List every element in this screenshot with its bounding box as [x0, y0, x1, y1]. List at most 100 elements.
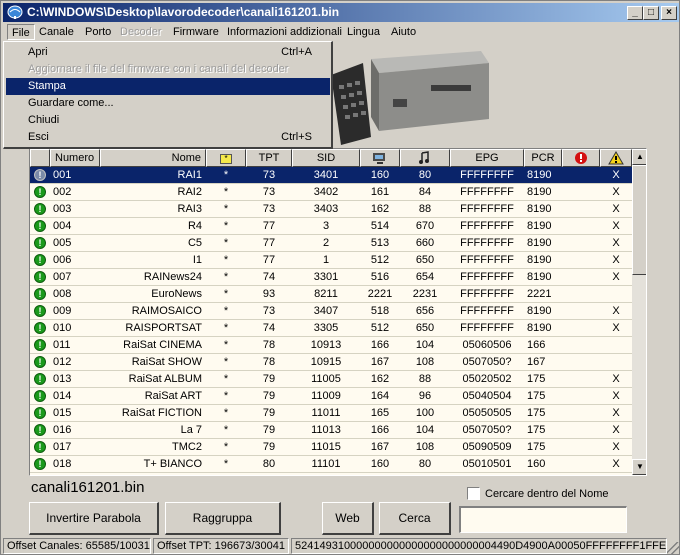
header-warning[interactable]	[600, 149, 632, 167]
table-row[interactable]: ! 006 I1 * 77 1 512 650 FFFFFFFF 8190 X	[30, 252, 632, 269]
cell-nome: RAINews24	[143, 271, 202, 283]
header-audio[interactable]	[400, 149, 450, 167]
table-row[interactable]: ! 014 RaiSat ART * 79 11009 164 96 05040504 175 X	[30, 388, 632, 405]
invert-dish-button[interactable]: Invertire Parabola	[29, 502, 159, 535]
header-epg[interactable]: EPG	[450, 149, 524, 167]
header-nome[interactable]: Nome	[100, 149, 206, 167]
table-row[interactable]: ! 017 TMC2 * 79 11015 167 108 05090509 175 X	[30, 439, 632, 456]
cell-tpt: 77	[262, 220, 276, 232]
search-button[interactable]: Cerca	[379, 502, 451, 535]
cell-nome: RAISPORTSAT	[125, 322, 202, 334]
search-in-name-checkbox[interactable]	[467, 487, 480, 500]
maximize-button[interactable]: □	[643, 6, 659, 20]
file-menu-apri[interactable]: Apri Ctrl+A	[6, 44, 330, 61]
cell-sid: 3402	[313, 186, 339, 198]
cell-star: *	[223, 220, 229, 232]
header-numero[interactable]: Numero	[50, 149, 100, 167]
cell-audio: 108	[415, 441, 435, 453]
header-sid[interactable]: SID	[292, 149, 360, 167]
table-row[interactable]: ! 003 RAI3 * 73 3403 162 88 FFFFFFFF 8190 X	[30, 201, 632, 218]
cell-sid: 11009	[311, 390, 341, 402]
table-row[interactable]: ! 010 RAISPORTSAT * 74 3305 512 650 FFFFFFFF 8190…	[30, 320, 632, 337]
menu-porto[interactable]: Porto	[81, 24, 115, 40]
cell-nome: RAI1	[177, 169, 202, 181]
header-star[interactable]: *	[206, 149, 246, 167]
cell-alert	[562, 439, 600, 455]
cell-star: *	[223, 441, 229, 453]
file-menu-apri-shortcut: Ctrl+A	[281, 46, 312, 58]
menu-aiuto[interactable]: Aiuto	[387, 24, 420, 40]
cell-star: *	[223, 390, 229, 402]
menu-file[interactable]: File	[7, 24, 35, 40]
cell-pcr: 8190	[527, 186, 552, 198]
cell-video: 166	[370, 339, 390, 351]
cell-video: 512	[370, 322, 390, 334]
group-button[interactable]: Raggruppa	[165, 502, 281, 535]
table-row[interactable]: ! 015 RaiSat FICTION * 79 11011 165 100 05050505…	[30, 405, 632, 422]
table-row[interactable]: ! 016 La 7 * 79 11013 166 104 0507050? 175 X	[30, 422, 632, 439]
title-bar[interactable]: C:\WINDOWS\Desktop\lavorodecoder\canali1…	[3, 3, 679, 22]
table-row[interactable]: ! 012 RaiSat SHOW * 78 10915 167 108 0507050? 167	[30, 354, 632, 371]
alert-icon	[575, 152, 587, 164]
cell-epg: 05050505	[462, 407, 512, 419]
file-menu-aggiornare: Aggiornare il file del firmware con i ca…	[6, 61, 330, 78]
cell-sid: 1	[322, 254, 330, 266]
cell-tpt: 74	[262, 271, 276, 283]
header-pcr[interactable]: PCR	[524, 149, 562, 167]
table-row[interactable]: ! 008 EuroNews * 93 8211 2221 2231 FFFFFFFF 2221	[30, 286, 632, 303]
cell-tpt: 73	[262, 305, 276, 317]
cell-alert	[562, 303, 600, 319]
table-row[interactable]: ! 004 R4 * 77 3 514 670 FFFFFFFF 8190 X	[30, 218, 632, 235]
cell-numero: 018	[53, 458, 72, 470]
menu-firmware[interactable]: Firmware	[169, 24, 223, 40]
header-status[interactable]	[30, 149, 50, 167]
cell-alert	[562, 201, 600, 217]
file-menu-guardare-come[interactable]: Guardare come...	[6, 95, 330, 112]
web-button[interactable]: Web	[322, 502, 374, 535]
header-video[interactable]	[360, 149, 400, 167]
table-row[interactable]: ! 001 RAI1 * 73 3401 160 80 FFFFFFFF 8190 X	[30, 167, 632, 184]
close-button[interactable]: ×	[661, 6, 677, 20]
search-input[interactable]	[459, 506, 627, 533]
menu-informazioni-addizionali[interactable]: Informazioni addizionali	[223, 24, 346, 40]
header-tpt[interactable]: TPT	[246, 149, 292, 167]
header-alert[interactable]	[562, 149, 600, 167]
scroll-up-button[interactable]: ▲	[632, 149, 646, 165]
table-row[interactable]: ! 013 RaiSat ALBUM * 79 11005 162 88 05020502 175…	[30, 371, 632, 388]
cell-sid: 11013	[311, 424, 341, 436]
cell-star: *	[223, 458, 229, 470]
cell-epg: FFFFFFFF	[460, 203, 514, 215]
table-row[interactable]: ! 002 RAI2 * 73 3402 161 84 FFFFFFFF 8190 X	[30, 184, 632, 201]
scroll-thumb[interactable]	[632, 165, 646, 275]
scroll-down-button[interactable]: ▼	[632, 459, 646, 475]
cell-video: 162	[370, 203, 390, 215]
menu-lingua[interactable]: Lingua	[343, 24, 384, 40]
loaded-filename: canali161201.bin	[31, 479, 145, 496]
cell-warning: X	[612, 271, 620, 283]
cell-alert	[562, 184, 600, 200]
table-row[interactable]: ! 009 RAIMOSAICO * 73 3407 518 656 FFFFFFFF 8190 X	[30, 303, 632, 320]
menu-decoder[interactable]: Decoder	[116, 24, 166, 40]
table-scrollbar[interactable]: ▲ ▼	[632, 149, 646, 475]
cell-tpt: 73	[262, 203, 276, 215]
table-header: Numero Nome * TPT SID EPG PCR	[30, 149, 632, 167]
cell-numero: 002	[53, 186, 72, 198]
video-icon	[373, 153, 385, 164]
table-row[interactable]: ! 007 RAINews24 * 74 3301 516 654 FFFFFFFF 8190 X	[30, 269, 632, 286]
table-row[interactable]: ! 018 T+ BIANCO * 80 11101 160 80 05010501 160 X	[30, 456, 632, 473]
cell-numero: 012	[53, 356, 72, 368]
cell-star: *	[223, 322, 229, 334]
cell-audio: 660	[415, 237, 435, 249]
table-row[interactable]: ! 005 C5 * 77 2 513 660 FFFFFFFF 8190 X	[30, 235, 632, 252]
cell-numero: 004	[53, 220, 72, 232]
file-menu-esci[interactable]: Esci Ctrl+S	[6, 129, 330, 146]
resize-grip[interactable]	[667, 542, 679, 554]
cell-nome: TMC2	[172, 441, 202, 453]
cell-video: 165	[370, 407, 390, 419]
menu-canale[interactable]: Canale	[35, 24, 78, 40]
table-row[interactable]: ! 011 RaiSat CINEMA * 78 10913 166 104 05060506 1…	[30, 337, 632, 354]
cell-audio: 670	[415, 220, 435, 232]
file-menu-stampa[interactable]: Stampa	[6, 78, 330, 95]
file-menu-chiudi[interactable]: Chiudi	[6, 112, 330, 129]
minimize-button[interactable]: _	[627, 6, 643, 20]
